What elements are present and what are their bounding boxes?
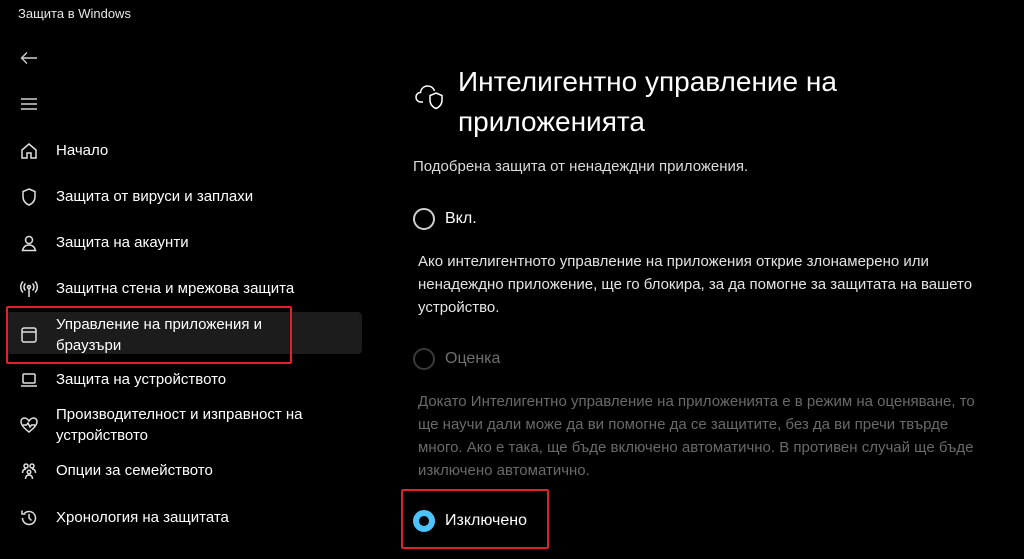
sidebar-item-label: Защитна стена и мрежова защита	[56, 280, 295, 297]
sidebar-item-device-security[interactable]: Защита на устройството	[6, 369, 362, 391]
person-icon	[14, 232, 44, 254]
main-content: Интелигентно управление на приложенията …	[400, 0, 1024, 559]
sidebar-item-firewall[interactable]: Защитна стена и мрежова защита	[6, 278, 362, 300]
sidebar-item-protection-history[interactable]: Хронология на защитата	[6, 507, 362, 529]
option-off-label: Изключено	[445, 512, 527, 529]
hamburger-menu-icon	[21, 98, 37, 110]
option-off[interactable]: Изключено	[413, 510, 527, 532]
sidebar-item-family-options[interactable]: Опции за семейството	[6, 460, 362, 482]
sidebar-item-label: Производителност и изправност на устройс…	[56, 406, 303, 444]
app-window-icon	[14, 324, 44, 346]
radio-evaluation[interactable]	[413, 348, 435, 370]
shield-icon	[14, 186, 44, 208]
heart-pulse-icon	[14, 414, 44, 436]
option-on[interactable]: Вкл.	[413, 208, 477, 230]
sidebar-item-label: Защита на устройството	[56, 371, 227, 388]
option-on-label: Вкл.	[445, 210, 477, 227]
history-icon	[14, 507, 44, 529]
sidebar-item-label: Опции за семейството	[56, 462, 213, 479]
sidebar-item-label: Хронология на защитата	[56, 509, 229, 526]
sidebar-item-label: Защита на акаунти	[56, 234, 189, 251]
sidebar-item-app-browser-control[interactable]: Управление на приложения и браузъри	[6, 312, 362, 354]
option-on-description: Ако интелигентното управление на приложе…	[418, 253, 973, 316]
menu-button[interactable]	[14, 91, 44, 117]
home-icon	[14, 140, 44, 162]
radio-off[interactable]	[413, 510, 435, 532]
sidebar-item-virus-protection[interactable]: Защита от вируси и заплахи	[6, 186, 362, 208]
sidebar-item-home[interactable]: Начало	[6, 140, 362, 162]
sidebar-item-device-health[interactable]: Производителност и изправност на устройс…	[6, 404, 362, 446]
option-evaluation[interactable]: Оценка	[413, 348, 500, 370]
antenna-icon	[14, 278, 44, 300]
page-subtitle: Подобрена защита от ненадеждни приложени…	[413, 158, 749, 175]
radio-on[interactable]	[413, 208, 435, 230]
laptop-icon	[14, 369, 44, 391]
back-arrow-icon	[20, 52, 37, 64]
cloud-shield-icon	[414, 80, 446, 115]
page-title: Интелигентно управление на приложенията	[458, 66, 837, 137]
sidebar-item-account-protection[interactable]: Защита на акаунти	[6, 232, 362, 254]
option-evaluation-label: Оценка	[445, 350, 501, 367]
app-window: Защита в Windows Начало Защита от вируси…	[0, 0, 1024, 559]
family-icon	[14, 460, 44, 482]
sidebar: Начало Защита от вируси и заплахи Защита…	[0, 0, 370, 559]
option-evaluation-description: Докато Интелигентно управление на прилож…	[418, 393, 975, 479]
sidebar-item-label: Защита от вируси и заплахи	[56, 188, 254, 205]
back-button[interactable]	[14, 45, 44, 71]
sidebar-item-label: Начало	[56, 142, 109, 159]
sidebar-item-label: Управление на приложения и браузъри	[56, 316, 262, 354]
